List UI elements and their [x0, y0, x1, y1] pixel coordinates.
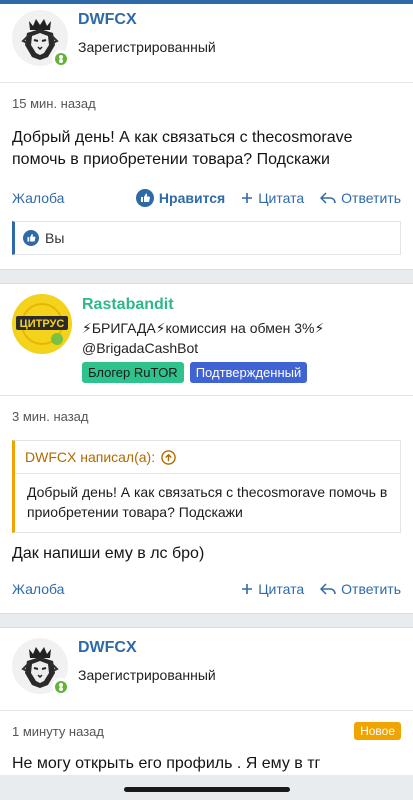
home-indicator[interactable]	[124, 787, 290, 792]
thumbs-up-icon	[23, 230, 39, 246]
quote-block: DWFCX написал(а): Добрый день! А как свя…	[12, 440, 401, 533]
avatar-text: ЦИТРУС	[20, 318, 65, 330]
reply-icon	[320, 191, 336, 205]
post-time[interactable]: 3 мин. назад	[12, 409, 88, 424]
user-title: Зарегистрированный	[78, 39, 216, 55]
citrus-avatar: ЦИТРУС	[12, 294, 72, 354]
report-button[interactable]: Жалоба	[12, 190, 120, 206]
reply-label: Ответить	[341, 190, 401, 206]
report-button[interactable]: Жалоба	[12, 581, 225, 597]
likes-summary[interactable]: Вы	[12, 221, 401, 255]
likes-text: Вы	[45, 230, 65, 246]
plus-icon	[241, 583, 253, 595]
username[interactable]: DWFCX	[78, 639, 216, 657]
post-3: DWFCX Зарегистрированный 1 минуту назад …	[0, 628, 413, 775]
quote-author[interactable]: DWFCX написал(а):	[25, 449, 155, 465]
online-indicator	[52, 50, 70, 68]
post-text: Дак напиши ему в лс бро)	[12, 545, 205, 562]
reply-label: Ответить	[341, 581, 401, 597]
quote-text: Добрый день! А как связаться с thecosmor…	[27, 484, 388, 520]
quote-label: Цитата	[258, 581, 305, 597]
plus-icon	[241, 192, 253, 204]
badge-blogger: Блогер RuTOR	[82, 362, 184, 383]
quote-label: Цитата	[258, 190, 305, 206]
username[interactable]: DWFCX	[78, 11, 216, 29]
post-time[interactable]: 1 минуту назад	[12, 724, 104, 739]
like-label: Нравится	[158, 190, 226, 206]
post-1: DWFCX Зарегистрированный 15 мин. назад Д…	[0, 4, 413, 270]
new-badge: Новое	[354, 722, 401, 740]
post-text: Добрый день! А как связаться с thecosmor…	[12, 129, 353, 168]
thumbs-up-icon	[135, 189, 154, 207]
user-title: Зарегистрированный	[78, 667, 216, 683]
username[interactable]: Rastabandit	[82, 296, 352, 314]
arrow-up-circle-icon[interactable]	[161, 449, 176, 465]
online-indicator	[52, 678, 70, 696]
user-avatar[interactable]: ЦИТРУС	[12, 294, 72, 354]
user-avatar[interactable]	[12, 10, 70, 68]
post-time[interactable]: 15 мин. назад	[12, 96, 96, 111]
post-text: Не могу открыть его профиль . Я ему в тг	[12, 755, 321, 772]
user-title: ⚡БРИГАДА⚡комиссия на обмен 3%⚡ @BrigadaC…	[82, 320, 325, 356]
post-2: ЦИТРУС Rastabandit ⚡БРИГАДА⚡комиссия на …	[0, 284, 413, 614]
quote-button[interactable]: Цитата	[241, 190, 304, 206]
reply-icon	[320, 582, 336, 596]
reply-button[interactable]: Ответить	[320, 190, 401, 206]
like-button[interactable]: Нравится	[135, 189, 226, 207]
quote-button[interactable]: Цитата	[241, 581, 304, 597]
reply-button[interactable]: Ответить	[320, 581, 401, 597]
badge-verified: Подтвержденный	[189, 362, 308, 383]
user-avatar[interactable]	[12, 638, 70, 696]
